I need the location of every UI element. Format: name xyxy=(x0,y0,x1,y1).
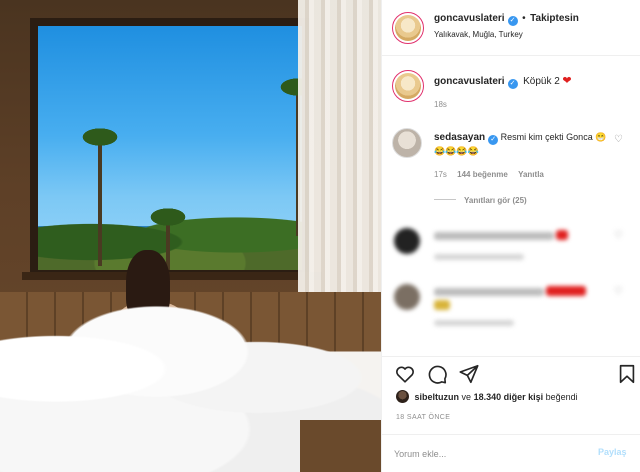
verified-icon: ✓ xyxy=(507,79,518,89)
comment-icon[interactable] xyxy=(426,363,448,385)
likes-connector: ve xyxy=(461,392,472,402)
caption-username[interactable]: goncavuslateri xyxy=(434,76,505,87)
blurred-emoji xyxy=(556,230,568,240)
blurred-text xyxy=(434,288,544,296)
post-actions xyxy=(382,356,640,390)
heart-emoji-icon: ❤ xyxy=(562,75,572,87)
blurred-meta xyxy=(434,320,514,326)
blurred-comment: ♡ xyxy=(382,224,640,270)
blurred-comment: ♡ xyxy=(382,280,640,336)
verified-icon: ✓ xyxy=(507,16,518,26)
comment-text: Resmi kim çekti Gonca xyxy=(500,132,593,142)
verified-icon: ✓ xyxy=(488,135,499,145)
post-location[interactable]: Yalıkavak, Muğla, Turkey xyxy=(434,30,523,39)
blurred-text xyxy=(434,232,554,240)
bookmark-icon[interactable] xyxy=(616,363,638,385)
likes-suffix: beğendi xyxy=(545,392,578,402)
comment-likes[interactable]: 144 beğenme xyxy=(457,170,508,179)
comment-composer: Paylaş xyxy=(382,434,640,472)
view-replies-link[interactable]: Yanıtları gör (25) xyxy=(434,196,527,205)
photo-palm-crown xyxy=(146,206,190,228)
photo-window-view xyxy=(38,26,302,270)
author-username[interactable]: goncavuslateri xyxy=(434,13,505,24)
comment-body: sedasayan ✓ Resmi kim çekti Gonca 😁😂😂😂😂 xyxy=(434,131,612,158)
comment-reply-link[interactable]: Yanıtla xyxy=(518,170,544,179)
blurred-avatar xyxy=(394,284,420,310)
avatar-image xyxy=(395,73,421,99)
caption-line: goncavuslateri ✓ Köpük 2 ❤ xyxy=(434,74,572,89)
author-line: goncavuslateri ✓ • Takiptesin xyxy=(434,13,579,26)
photo-palm-trunk xyxy=(98,136,102,266)
commenter-avatar[interactable] xyxy=(392,128,422,158)
comment-time: 17s xyxy=(434,170,447,179)
liker-avatar[interactable] xyxy=(396,390,409,403)
heart-icon[interactable] xyxy=(394,363,416,385)
post-header: goncavuslateri ✓ • Takiptesin Yalıkavak, … xyxy=(382,0,640,56)
separator-dot: • xyxy=(522,13,526,24)
blurred-emoji xyxy=(434,300,450,310)
likes-count[interactable]: 18.340 diğer kişi xyxy=(474,392,544,402)
comment-meta: 17s 144 beğenme Yanıtla xyxy=(434,170,544,179)
photo-tub-edge xyxy=(300,420,381,472)
comment-like-heart-icon[interactable]: ♡ xyxy=(614,134,623,145)
caption-row: goncavuslateri ✓ Köpük 2 ❤ 18s xyxy=(382,66,640,114)
blurred-emoji xyxy=(546,286,586,296)
avatar-image xyxy=(395,15,421,41)
photo-curtain xyxy=(298,0,381,300)
caption-time: 18s xyxy=(434,100,447,109)
follow-status[interactable]: Takiptesin xyxy=(530,13,579,24)
liker-username[interactable]: sibeltuzun xyxy=(415,392,460,402)
blurred-meta xyxy=(434,254,524,260)
comment-input[interactable] xyxy=(394,445,584,463)
post-photo[interactable] xyxy=(0,0,381,472)
photo-palm-crown xyxy=(78,126,122,148)
view-replies-label: Yanıtları gör (25) xyxy=(464,196,527,205)
commenter-username[interactable]: sedasayan xyxy=(434,132,485,143)
caption-text: Köpük 2 xyxy=(523,76,560,87)
comment-item: sedasayan ✓ Resmi kim çekti Gonca 😁😂😂😂😂 ♡… xyxy=(382,124,640,214)
caption-avatar[interactable] xyxy=(392,70,424,102)
comment-like-heart-icon: ♡ xyxy=(614,230,623,241)
author-avatar[interactable] xyxy=(392,12,424,44)
post-timestamp: 18 SAAT ÖNCE xyxy=(396,414,451,421)
share-icon[interactable] xyxy=(458,363,480,385)
replies-divider xyxy=(434,199,456,200)
likes-summary: sibeltuzun ve 18.340 diğer kişi beğendi xyxy=(396,390,578,403)
post-side-panel: goncavuslateri ✓ • Takiptesin Yalıkavak, … xyxy=(381,0,640,472)
blurred-avatar xyxy=(394,228,420,254)
comment-like-heart-icon: ♡ xyxy=(614,286,623,297)
post-comment-button[interactable]: Paylaş xyxy=(598,447,627,457)
